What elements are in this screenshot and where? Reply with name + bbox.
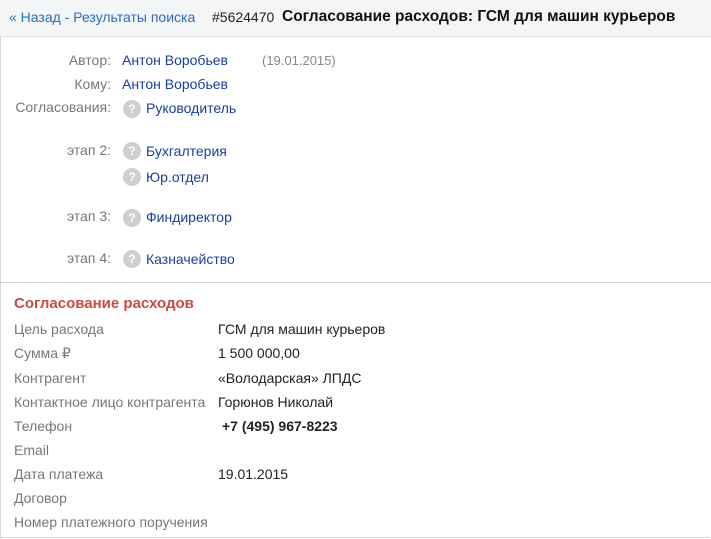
- field-value-contact: Горюнов Николай: [218, 394, 334, 410]
- author-date: (19.01.2015): [262, 53, 336, 68]
- approver-buhgalteriya[interactable]: Бухгалтерия: [146, 143, 227, 159]
- approver-rukovoditel[interactable]: Руководитель: [146, 100, 236, 116]
- section-title: Согласование расходов: [14, 295, 194, 312]
- field-label-contact: Контактное лицо контрагента: [14, 394, 206, 410]
- question-icon: ?: [123, 250, 141, 268]
- field-label-phone: Телефон: [14, 418, 73, 434]
- field-value-amount: 1 500 000,00: [218, 345, 300, 361]
- author-name-link[interactable]: Антон Воробьев: [122, 52, 228, 68]
- question-icon: ?: [123, 100, 141, 118]
- field-value-purpose: ГСМ для машин курьеров: [218, 321, 386, 337]
- field-label-contract: Договор: [14, 490, 67, 506]
- field-label-purpose: Цель расхода: [14, 321, 104, 337]
- approver-kaznacheystvo[interactable]: Казначейство: [146, 251, 235, 267]
- field-value-counterparty: «Володарская» ЛПДС: [218, 370, 362, 386]
- question-icon: ?: [123, 142, 141, 160]
- field-label-payment-date: Дата платежа: [14, 466, 104, 482]
- author-label: Автор:: [68, 52, 111, 68]
- question-icon: ?: [123, 168, 141, 186]
- to-name-link[interactable]: Антон Воробьев: [122, 76, 228, 92]
- field-label-payment-order: Номер платежного поручения: [14, 514, 208, 530]
- field-label-email: Email: [14, 442, 50, 458]
- stage-4-label: этап 4:: [66, 250, 111, 266]
- section-divider: [0, 282, 711, 283]
- approver-findirektor[interactable]: Финдиректор: [146, 209, 232, 225]
- field-label-counterparty: Контрагент: [14, 370, 87, 386]
- document-number: #5624470: [212, 9, 275, 25]
- stage-3-label: этап 3:: [66, 208, 111, 224]
- field-value-payment-date: 19.01.2015: [218, 466, 289, 482]
- field-value-phone: +7 (495) 967-8223: [222, 418, 338, 434]
- approvals-label: Согласования:: [15, 99, 111, 115]
- back-to-search-link[interactable]: « Назад - Результаты поиска: [9, 9, 195, 25]
- approver-yur-otdel[interactable]: Юр.отдел: [146, 169, 209, 185]
- question-icon: ?: [123, 209, 141, 227]
- page-header: « Назад - Результаты поиска #5624470 Сог…: [0, 0, 711, 37]
- field-label-amount: Сумма ₽: [14, 345, 71, 361]
- to-label: Кому:: [74, 76, 111, 92]
- stage-2-label: этап 2:: [66, 142, 111, 158]
- page-title: Согласование расходов: ГСМ для машин кур…: [282, 8, 676, 25]
